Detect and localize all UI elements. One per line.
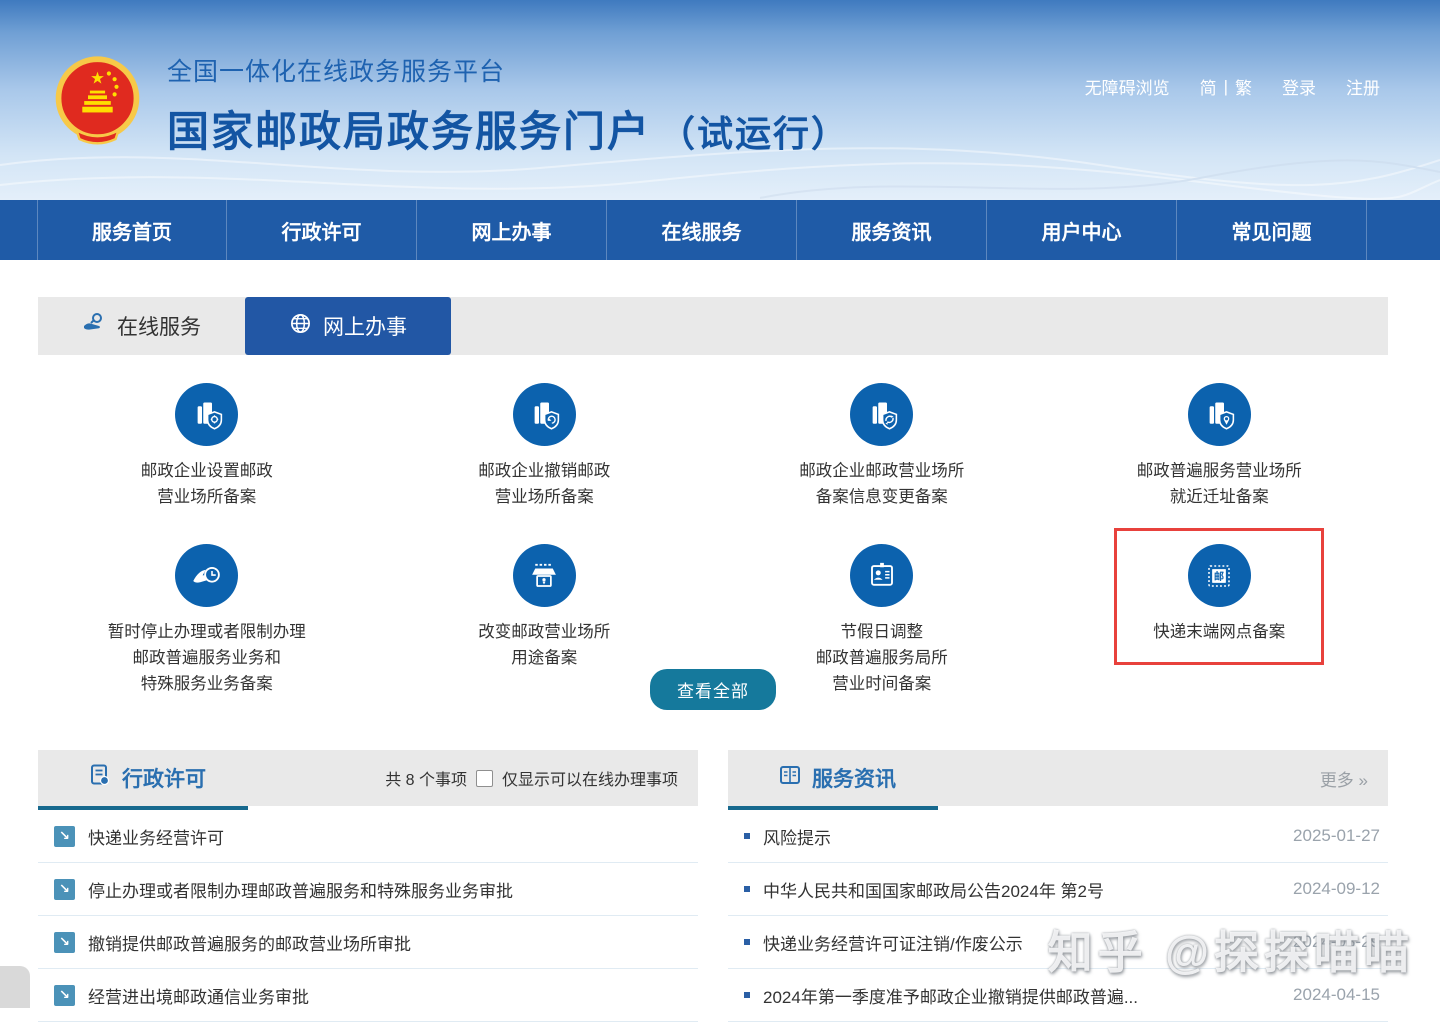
service-label: 快递末端网点备案 — [1153, 619, 1285, 645]
services-grid: 邮政企业设置邮政 营业场所备案 邮政企业撤销邮政 营业场所备案 — [38, 383, 1388, 697]
service-label: 改变邮政营业场所 用途备案 — [478, 619, 610, 671]
service-news-panel: 服务资讯 更多 » 风险提示 2025-01-27 中华人民共和国国家邮政局公告… — [728, 750, 1388, 1022]
admin-license-header: 行政许可 共 8 个事项 仅显示可以在线办理事项 — [38, 750, 698, 806]
service-label: 邮政企业邮政营业场所 备案信息变更备案 — [799, 458, 964, 510]
admin-item-cross-border-approval[interactable]: ↘ 经营进出境邮政通信业务审批 — [38, 969, 698, 1022]
building-shield-undo-icon — [513, 383, 576, 446]
platform-subtitle: 全国一体化在线政务服务平台 — [167, 52, 849, 88]
nav-item-faq[interactable]: 常见问题 — [1177, 200, 1367, 260]
service-hand-icon — [82, 311, 106, 341]
bullet-icon — [744, 833, 750, 839]
news-item-announcement-no2[interactable]: 中华人民共和国国家邮政局公告2024年 第2号 2024-09-12 — [728, 863, 1388, 916]
tab-online-affairs[interactable]: 网上办事 — [245, 297, 451, 355]
service-news-header: 服务资讯 更多 » — [728, 750, 1388, 806]
service-item-setup-premises[interactable]: 邮政企业设置邮政 营业场所备案 — [38, 383, 376, 510]
building-shield-gear-icon — [175, 383, 238, 446]
news-item-q1-2024-revocations[interactable]: 2024年第一季度准予邮政企业撤销提供邮政普遍... 2024-04-15 — [728, 969, 1388, 1022]
news-item-license-cancellation[interactable]: 快递业务经营许可证注销/作废公示 2024-08-29 — [728, 916, 1388, 969]
service-item-change-record-info[interactable]: 邮政企业邮政营业场所 备案信息变更备案 — [713, 383, 1051, 510]
language-switch: 简 | 繁 — [1200, 74, 1252, 99]
globe-icon — [289, 312, 312, 341]
corner-arrow-icon: ↘ — [54, 932, 75, 953]
nav-item-online-service[interactable]: 在线服务 — [607, 200, 797, 260]
service-item-revoke-premises[interactable]: 邮政企业撤销邮政 营业场所备案 — [376, 383, 714, 510]
panel-title: 行政许可 — [122, 763, 206, 793]
news-date: 2024-04-15 — [1279, 985, 1380, 1005]
side-widget-handle[interactable] — [0, 966, 30, 1008]
traditional-chinese-link[interactable]: 繁 — [1235, 74, 1252, 99]
corner-arrow-icon: ↘ — [54, 826, 75, 847]
tab-label: 在线服务 — [117, 311, 201, 341]
more-link[interactable]: 更多 » — [1320, 766, 1368, 791]
building-shield-sync-icon — [850, 383, 913, 446]
header-utility-links: 无障碍浏览 简 | 繁 登录 注册 — [1085, 74, 1380, 99]
page-header: 全国一体化在线政务服务平台 国家邮政局政务服务门户（试运行） 无障碍浏览 简 |… — [0, 0, 1440, 200]
postal-stamp-icon: 邮 — [1188, 544, 1251, 607]
building-shield-location-icon — [1188, 383, 1251, 446]
online-only-checkbox[interactable] — [476, 770, 493, 787]
accessibility-link[interactable]: 无障碍浏览 — [1085, 74, 1170, 99]
news-date: 2024-08-29 — [1279, 932, 1380, 952]
trial-run-label: （试运行） — [659, 113, 849, 154]
service-tabs: 在线服务 网上办事 — [38, 297, 1388, 355]
admin-item-stop-limit-approval[interactable]: ↘ 停止办理或者限制办理邮政普遍服务和特殊服务业务审批 — [38, 863, 698, 916]
service-label: 邮政企业撤销邮政 营业场所备案 — [478, 458, 610, 510]
bullet-icon — [744, 939, 750, 945]
service-label: 邮政企业设置邮政 营业场所备案 — [141, 458, 273, 510]
news-date: 2024-09-12 — [1279, 879, 1380, 899]
view-all-button[interactable]: 查看全部 — [650, 669, 776, 710]
news-item-risk-notice[interactable]: 风险提示 2025-01-27 — [728, 810, 1388, 863]
page-title: 国家邮政局政务服务门户（试运行） — [167, 98, 849, 159]
admin-item-express-license[interactable]: ↘ 快递业务经营许可 — [38, 810, 698, 863]
storefront-icon — [513, 544, 576, 607]
nav-item-home[interactable]: 服务首页 — [37, 200, 227, 260]
item-count-label: 共 8 个事项 — [385, 766, 467, 790]
corner-arrow-icon: ↘ — [54, 879, 75, 900]
panel-title: 服务资讯 — [812, 763, 896, 793]
admin-license-panel: 行政许可 共 8 个事项 仅显示可以在线办理事项 ↘ 快递业务经营许可 ↘ 停止… — [38, 750, 698, 1022]
document-seal-icon — [88, 763, 112, 793]
service-label: 邮政普遍服务营业场所 就近迁址备案 — [1137, 458, 1302, 510]
main-navigation: 服务首页 行政许可 网上办事 在线服务 服务资讯 用户中心 常见问题 — [0, 200, 1440, 260]
news-date: 2025-01-27 — [1279, 826, 1380, 846]
tab-label: 网上办事 — [323, 311, 407, 341]
svg-text:邮: 邮 — [1214, 570, 1224, 583]
language-divider: | — [1224, 77, 1228, 97]
nav-item-user-center[interactable]: 用户中心 — [987, 200, 1177, 260]
nav-item-service-news[interactable]: 服务资讯 — [797, 200, 987, 260]
tab-online-service[interactable]: 在线服务 — [38, 297, 245, 355]
bullet-icon — [744, 992, 750, 998]
newspaper-icon — [778, 763, 802, 793]
online-only-label: 仅显示可以在线办理事项 — [502, 766, 678, 790]
nav-item-admin-license[interactable]: 行政许可 — [227, 200, 417, 260]
id-card-icon — [850, 544, 913, 607]
corner-arrow-icon: ↘ — [54, 985, 75, 1006]
register-link[interactable]: 注册 — [1346, 74, 1380, 99]
login-link[interactable]: 登录 — [1282, 74, 1316, 99]
service-item-relocation[interactable]: 邮政普遍服务营业场所 就近迁址备案 — [1051, 383, 1389, 510]
national-emblem-logo — [50, 52, 145, 157]
bullet-icon — [744, 886, 750, 892]
simplified-chinese-link[interactable]: 简 — [1200, 74, 1217, 99]
admin-item-revoke-premises-approval[interactable]: ↘ 撤销提供邮政普遍服务的邮政营业场所审批 — [38, 916, 698, 969]
hand-clock-icon — [175, 544, 238, 607]
nav-item-online-affairs[interactable]: 网上办事 — [417, 200, 607, 260]
